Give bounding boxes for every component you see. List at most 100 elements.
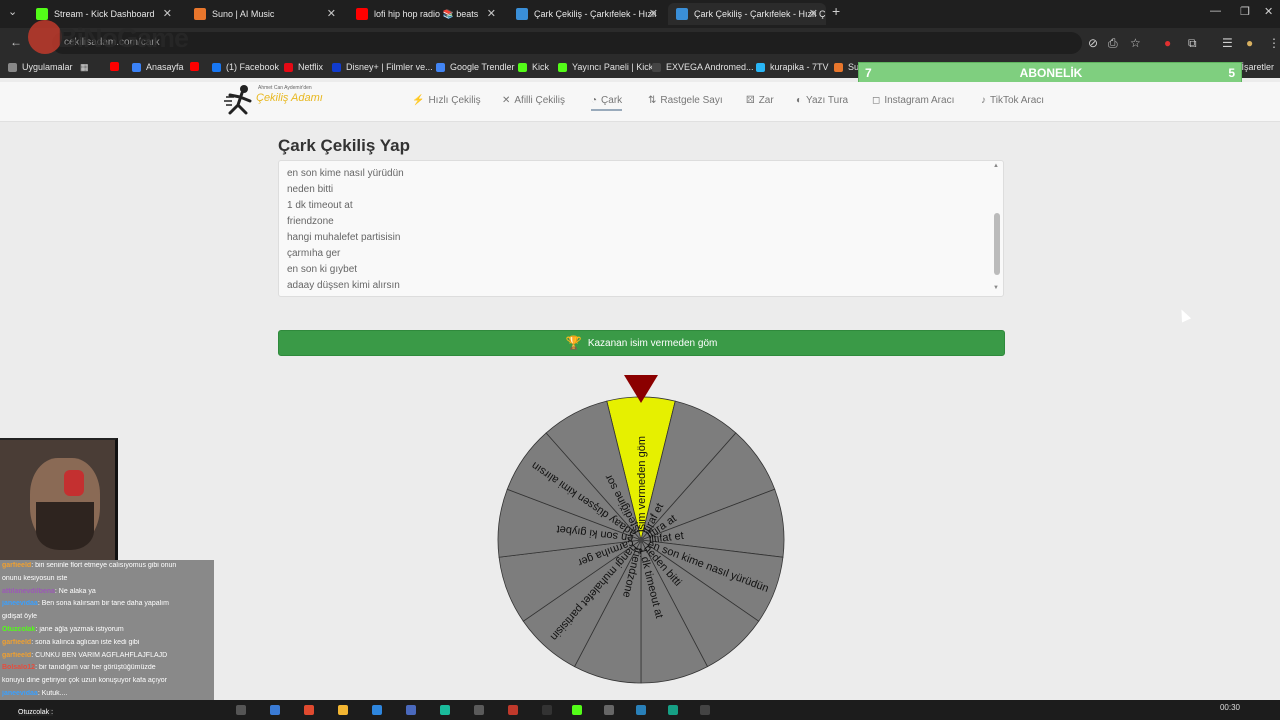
kick-icon (558, 62, 567, 72)
taskbar-app-icon[interactable] (508, 705, 518, 715)
cast-off-icon[interactable]: ⊘ (1088, 36, 1098, 50)
bookmark-7tv[interactable]: kurapika - 7TV (756, 62, 829, 72)
winner-button[interactable]: 🏆 Kazanan isim vermeden göm (278, 330, 1005, 356)
chat-text: : CUNKU BEN VARIM AGFLAHFLAJFLAJD (31, 651, 168, 659)
taskbar-app-icon[interactable] (338, 705, 348, 715)
running-man-icon (224, 85, 252, 115)
bookmark-star-icon[interactable]: ☆ (1130, 36, 1141, 50)
taskbar-app-icon[interactable] (304, 705, 314, 715)
scrollbar-thumb[interactable] (994, 213, 1000, 275)
minimize-icon[interactable]: — (1210, 5, 1221, 17)
windows-taskbar: Otuzcolak : 00:30 (0, 700, 1280, 720)
close-tab-icon[interactable]: ✕ (163, 7, 172, 20)
close-tab-icon[interactable]: ✕ (809, 7, 818, 20)
bookmark-youtube[interactable] (110, 62, 124, 71)
sub-label: ABONELİK (1019, 66, 1083, 80)
taskbar-app-icon[interactable] (636, 705, 646, 715)
bookmark-youtube-2[interactable] (190, 62, 204, 71)
lightning-icon: ⚡ (412, 95, 425, 106)
close-window-icon[interactable]: ✕ (1264, 5, 1273, 18)
nav-tiktok-araci[interactable]: ♪ TikTok Aracı (981, 95, 1044, 106)
taskbar-app-icon[interactable] (372, 705, 382, 715)
facebook-icon (212, 62, 221, 72)
bookmark-label: Anasayfa (146, 62, 184, 72)
prize-wheel[interactable]: isim vermeden gömitiraf etiftira atiltif… (478, 370, 808, 700)
browser-tab-cark-1[interactable]: Çark Çekiliş - Çarkıfelek - Hızlı ✕ (508, 3, 666, 25)
nav-hizli-cekilis[interactable]: ⚡ Hızlı Çekiliş (412, 95, 481, 106)
nav-cark[interactable]: ◔ Çark (591, 95, 623, 111)
chat-text: : Kutuk.... (37, 690, 68, 697)
chat-username: Bolsalo12 (2, 664, 36, 672)
close-tab-icon[interactable]: ✕ (327, 7, 336, 20)
tab-title: lofi hip hop radio 📚 beats (374, 8, 479, 19)
site-navbar: Ahmet Can Aydemir'den Çekiliş Adamı ⚡ Hız… (0, 82, 1280, 122)
taskbar-app-icon[interactable] (700, 705, 710, 715)
reading-list-icon[interactable]: ☰ (1222, 36, 1233, 50)
taskbar-app-icon[interactable] (474, 705, 484, 715)
apps-grid-icon (8, 62, 17, 72)
logo-circle-icon (28, 20, 62, 54)
bookmark-netflix[interactable]: Netflix (284, 62, 323, 72)
extension-red-icon[interactable]: ● (1164, 36, 1171, 50)
taskbar-app-icon[interactable] (572, 705, 582, 715)
bookmark-exvega[interactable]: EXVEGA Andromed... (652, 62, 754, 72)
bookmark-label: Yayıncı Paneli | Kick (572, 62, 654, 72)
back-icon[interactable]: ← (10, 35, 22, 49)
textarea-line: friendzone (287, 216, 334, 227)
kebab-menu-icon[interactable]: ⋮ (1268, 36, 1280, 50)
bookmark-facebook[interactable]: (1) Facebook (212, 62, 279, 72)
taskbar-app-icon[interactable] (236, 705, 246, 715)
bookmark-apps[interactable]: Uygulamalar (8, 62, 73, 72)
shuffle-icon: ✕ (502, 95, 511, 106)
taskbar-app-icon[interactable] (668, 705, 678, 715)
avatar-icon[interactable]: ● (1246, 36, 1253, 50)
textarea-scrollbar[interactable]: ▲ ▼ (993, 163, 1001, 293)
nav-rastgele-sayi[interactable]: ⇅ Rastgele Sayı (648, 95, 723, 106)
youtube-icon (356, 8, 368, 20)
taskbar-app-icon[interactable] (542, 705, 552, 715)
nav-zar[interactable]: ⚄ Zar (746, 95, 774, 106)
chat-text: gidişat öyle (2, 613, 38, 621)
suno-icon (834, 62, 843, 72)
bookmark-kick[interactable]: Kick (518, 62, 549, 72)
chat-text: : sona kalınca aglıcan iste kedi gibi (31, 638, 140, 646)
nav-instagram-araci[interactable]: ◻ Instagram Aracı (872, 95, 954, 106)
textarea-line: en son kime nasıl yürüdün (287, 168, 404, 179)
site-icon (676, 8, 688, 20)
extensions-icon[interactable]: ⧉ (1188, 36, 1197, 51)
nav-afilli-cekilis[interactable]: ✕ Afilli Çekiliş (502, 95, 565, 106)
bookmark-kick-panel[interactable]: Yayıncı Paneli | Kick (558, 62, 653, 72)
bookmark-suno[interactable]: Su (834, 62, 859, 72)
7tv-icon (756, 62, 765, 72)
close-tab-icon[interactable]: ✕ (487, 7, 496, 20)
tab-search-icon[interactable]: ⌄ (8, 5, 17, 18)
chat-text: : Ne alaka ya (54, 587, 96, 595)
scroll-down-icon[interactable]: ▼ (993, 285, 999, 291)
bookmark-disney[interactable]: Disney+ | Filmler ve... (332, 62, 433, 72)
site-logo[interactable]: Ahmet Can Aydemir'den Çekiliş Adamı (224, 83, 334, 119)
maximize-icon[interactable]: ❐ (1240, 5, 1250, 18)
taskbar-app-icon[interactable] (440, 705, 450, 715)
sub-count-right: 5 (1228, 66, 1235, 80)
taskbar-app-icon[interactable] (604, 705, 614, 715)
taskbar-app-icon[interactable] (270, 705, 280, 715)
coin-icon: ◐ (796, 95, 803, 106)
chat-message: Bolsalo12: bir tanıdığım var her görüştü… (2, 664, 212, 671)
names-textarea[interactable]: en son kime nasıl yürüdün neden bitti 1 … (278, 160, 1004, 297)
close-tab-icon[interactable]: ✕ (649, 7, 658, 20)
browser-tab-lofi[interactable]: lofi hip hop radio 📚 beats ✕ (348, 3, 504, 25)
bookmark-google-trends[interactable]: Google Trendler (436, 62, 515, 72)
new-tab-icon[interactable]: + (832, 3, 840, 19)
tiktok-icon: ♪ (981, 95, 986, 106)
scroll-up-icon[interactable]: ▲ (993, 163, 999, 169)
google-trends-icon (436, 62, 445, 72)
nav-label: Zar (758, 95, 774, 106)
browser-tab-cark-active[interactable]: Çark Çekiliş - Çarkıfelek - Hızlı Ç ✕ (668, 3, 826, 25)
taskbar-app-icon[interactable] (406, 705, 416, 715)
install-icon[interactable]: ⎙ (1108, 36, 1118, 51)
nav-label: Afilli Çekiliş (514, 95, 565, 106)
bookmark-label: Google Trendler (450, 62, 515, 72)
bookmark-anasayfa[interactable]: Anasayfa (132, 62, 184, 72)
bookmark-grid[interactable]: ▦ (80, 62, 89, 73)
nav-yazi-tura[interactable]: ◐ Yazı Tura (796, 95, 848, 106)
